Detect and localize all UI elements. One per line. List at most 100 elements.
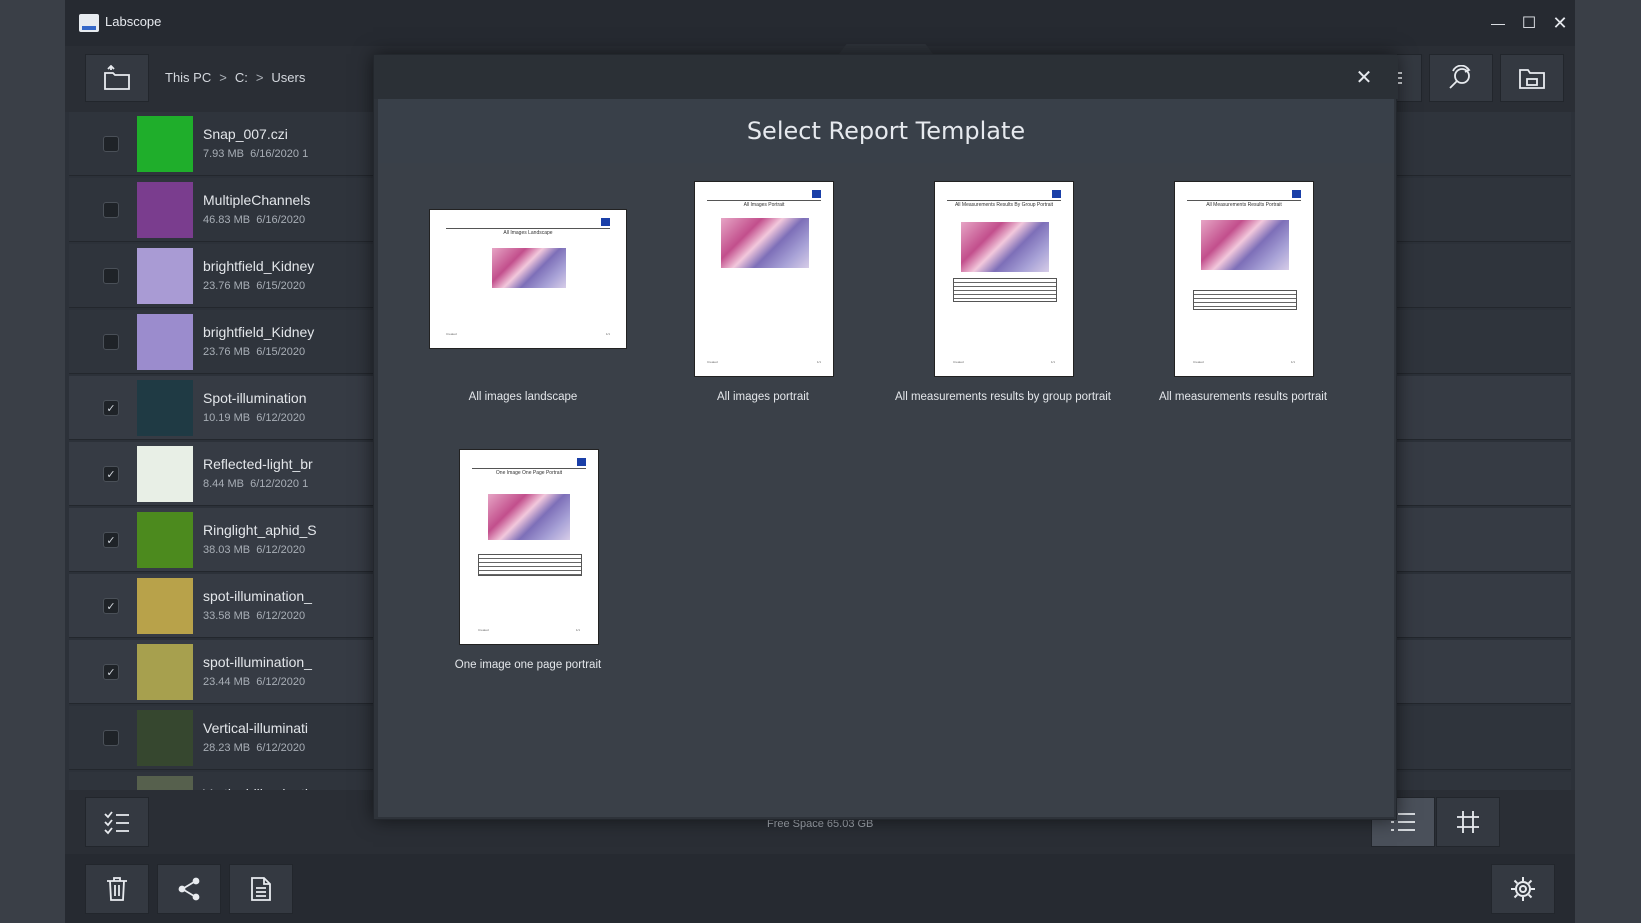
modal-pointer [839,44,933,54]
row-checkbox[interactable]: ✓ [103,466,119,482]
preview-image [961,222,1049,272]
row-checkbox[interactable] [103,202,119,218]
breadcrumb-this-pc[interactable]: This PC [165,70,211,85]
report-button[interactable] [229,864,293,914]
report-icon [251,877,271,901]
file-thumbnail [137,776,193,790]
row-checkbox[interactable] [103,268,119,284]
select-all-button[interactable] [85,797,149,847]
row-checkbox[interactable]: ✓ [103,532,119,548]
preview-image [1201,220,1289,270]
file-meta: 33.58 MB 6/12/2020 [203,610,305,622]
breadcrumb-separator: > [255,70,264,85]
file-name: brightfield_Kidney [203,258,315,274]
minimize-icon: — [1491,15,1505,31]
settings-button[interactable] [1491,864,1555,914]
file-meta: 23.44 MB 6/12/2020 [203,676,305,688]
dialog-top-bar: ✕ [374,55,1398,99]
folder-location-icon [1519,69,1545,89]
file-date: 6/12/2020 [256,676,306,688]
action-bar [65,854,1575,923]
search-refresh-button[interactable] [1429,54,1493,102]
file-name: brightfield_Kidney [203,324,315,340]
brand-logo-icon [601,218,610,226]
preview-table [478,554,582,576]
file-size: 23.76 MB [203,346,251,358]
file-name: Ringlight_aphid_S [203,522,317,538]
file-thumbnail [137,248,193,304]
file-meta: 23.76 MB 6/15/2020 [203,280,305,292]
file-date: 6/12/2020 [256,544,306,556]
template-gallery: All Images Landscape Created 1/1 All ima… [378,163,1394,817]
brand-logo-icon [577,458,586,466]
breadcrumb: This PC > C: > Users [165,70,305,85]
file-thumbnail [137,314,193,370]
app-title: Labscope [105,14,162,29]
delete-button[interactable] [85,864,149,914]
share-button[interactable] [157,864,221,914]
preview-table [953,278,1057,302]
file-thumbnail [137,380,193,436]
row-checkbox[interactable] [103,136,119,152]
file-name: Vertical-illuminati [203,720,309,736]
dialog-close-button[interactable]: ✕ [1352,65,1376,89]
checklist-icon [104,811,129,835]
file-size: 23.44 MB [203,676,251,688]
file-date: 6/12/2020 [256,610,306,622]
file-date: 6/12/2020 [256,742,306,754]
file-name: Snap_007.czi [203,126,288,142]
maximize-icon: ☐ [1521,15,1537,32]
file-thumbnail [137,182,193,238]
maximize-button[interactable]: ☐ [1514,10,1544,36]
file-meta: 8.44 MB 6/12/2020 1 [203,478,308,490]
file-name: Spot-illumination [203,390,307,406]
file-size: 7.93 MB [203,148,244,160]
breadcrumb-drive[interactable]: C: [235,70,248,85]
file-date: 6/12/2020 [256,412,306,424]
template-measurements-portrait[interactable]: All Measurements Results Portrait Create… [1098,163,1388,413]
file-thumbnail [137,710,193,766]
close-window-button[interactable]: ✕ [1545,10,1575,36]
folder-up-button[interactable] [85,54,149,102]
row-checkbox[interactable] [103,334,119,350]
preview-table [1193,290,1297,310]
row-checkbox[interactable]: ✓ [103,400,119,416]
report-template-dialog: ✕ Select Report Template All Images Land… [373,54,1398,820]
template-one-image-one-page[interactable]: One Image One Page Portrait Created 1/1 … [378,447,668,697]
preview-title: All Images Portrait [743,202,785,208]
file-thumbnail [137,116,193,172]
template-preview: All Measurements Results Portrait Create… [1174,181,1314,377]
file-meta: 23.76 MB 6/15/2020 [203,346,305,358]
preview-title: One Image One Page Portrait [495,470,563,476]
file-meta: 38.03 MB 6/12/2020 [203,544,305,556]
preview-image [721,218,809,268]
file-name: spot-illumination_ [203,588,312,604]
grid-view-button[interactable] [1436,797,1500,847]
template-preview: All Images Landscape Created 1/1 [429,209,627,349]
file-name: spot-illumination_ [203,654,312,670]
settings-icon [1511,877,1535,901]
file-size: 46.83 MB [203,214,251,226]
brand-logo-icon [1292,190,1301,198]
file-thumbnail [137,578,193,634]
file-date: 6/15/2020 [256,280,306,292]
row-checkbox[interactable] [103,730,119,746]
breadcrumb-separator: > [219,70,227,85]
preview-image [492,248,566,288]
file-meta: 10.19 MB 6/12/2020 [203,412,305,424]
template-preview: All Images Portrait Created 1/1 [694,181,834,377]
file-date: 6/16/2020 1 [250,148,309,160]
folder-up-icon [104,65,130,90]
file-thumbnail [137,446,193,502]
folder-location-button[interactable] [1500,54,1564,102]
file-name: Reflected-light_br [203,456,313,472]
breadcrumb-users[interactable]: Users [271,70,305,85]
row-checkbox[interactable]: ✓ [103,598,119,614]
file-thumbnail [137,644,193,700]
row-checkbox[interactable]: ✓ [103,664,119,680]
minimize-button[interactable]: — [1483,10,1513,36]
grid-view-icon [1457,811,1479,833]
brand-logo-icon [812,190,821,198]
file-date: 6/15/2020 [256,346,306,358]
app-window: Labscope — ☐ ✕ This PC > C: > Users Snap… [65,0,1575,923]
